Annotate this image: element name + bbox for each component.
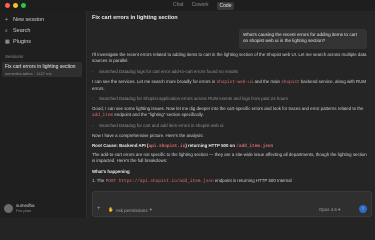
tool-icon: ◦ — [92, 122, 94, 128]
chevron-down-icon: ▾ — [149, 207, 152, 212]
assistant-paragraph: The add-to-cart errors are not specific … — [92, 152, 367, 163]
user-message-bubble: What's causing the recent errors for add… — [239, 29, 367, 49]
code-span: add_item — [92, 112, 114, 118]
page-title: Fix cart errors in lighting section — [92, 15, 178, 21]
sidebar-item-label: Search — [13, 28, 31, 34]
permissions-label: Ask permissions — [115, 207, 148, 213]
sidebar-item-new-session[interactable]: + New session — [5, 16, 44, 24]
user-info: sumedha Pro plan — [16, 203, 35, 213]
tool-call-text: Searched Datadog logs for cart error add… — [99, 69, 238, 74]
sidebar: + New session ⌕ Search ▦ Plugins Session… — [0, 11, 87, 218]
assistant-paragraph: I'll investigate the recent errors relat… — [92, 52, 367, 63]
plus-icon: + — [5, 16, 8, 23]
list-item: 1. The POST https://api.shopist.io/add_i… — [92, 178, 368, 185]
text-segment: ) returning HTTP 500 on — [185, 143, 237, 148]
user-plan: Pro plan — [16, 208, 31, 213]
sidebar-item-label: Plugins — [13, 39, 32, 45]
text-segment: Good, I can see some lighting issues. No… — [92, 106, 364, 111]
tool-icon: ◦ — [92, 95, 94, 101]
zoom-window-dot[interactable] — [21, 3, 26, 8]
root-cause-heading: Root Cause: Backend API (api.shopist.io)… — [92, 143, 368, 150]
model-selector[interactable]: Opus 4.6 ▾ — [319, 207, 340, 213]
tool-call-row[interactable]: ◦ Searched Datadog for Shopist applicati… — [92, 96, 368, 102]
code-span: POST https://api.shopist.io/add_item.jso… — [105, 179, 214, 184]
mode-switcher: Chat Cowork Code — [173, 2, 235, 10]
mode-chat[interactable]: Chat — [173, 2, 184, 10]
sidebar-item-search[interactable]: ⌕ Search — [5, 27, 30, 35]
code-span: api.shopist.io — [148, 144, 186, 149]
tool-call-text: Searched Datadog for Shopist application… — [99, 96, 288, 101]
send-button[interactable]: ↑ — [359, 205, 367, 213]
permissions-selector[interactable]: ✋ Ask permissions ▾ — [108, 207, 152, 213]
sessions-section-label: Sessions — [5, 54, 24, 59]
text-segment: endpoint and the "lighting" section spec… — [113, 111, 204, 117]
tool-icon: ◦ — [92, 68, 94, 74]
search-icon: ⌕ — [5, 27, 8, 34]
assistant-paragraph: I can see the services. Let me search mo… — [92, 79, 368, 91]
text-segment: I can see the services. Let me search mo… — [92, 79, 217, 84]
user-profile[interactable]: sumedha Pro plan — [4, 203, 35, 213]
top-bar: Chat Cowork Code — [0, 0, 375, 11]
text-segment: and the main — [253, 79, 282, 84]
user-message-text: What's causing the recent errors for add… — [243, 32, 357, 43]
tool-call-row[interactable]: ◦ Searched Datadog for cart and add item… — [92, 123, 368, 129]
session-title: Fix cart errors in lighting section — [5, 64, 76, 70]
text-segment: 1. The — [92, 178, 106, 183]
text-segment: Root Cause: Backend API ( — [92, 143, 149, 148]
add-attachment-button[interactable]: + — [97, 206, 101, 212]
code-span: shopist-web-ui — [216, 80, 254, 85]
sidebar-item-label: New session — [13, 17, 45, 23]
assistant-paragraph: Now I have a comprehensive picture. Here… — [92, 133, 204, 138]
code-span: shopist — [281, 80, 300, 85]
tool-call-text: Searched Datadog for cart and add item e… — [99, 123, 224, 128]
close-window-dot[interactable] — [5, 3, 10, 8]
session-meta: sumedha-tattva · 1427 ms — [5, 71, 52, 76]
app-window: Chat Cowork Code + New session ⌕ Search … — [0, 0, 375, 218]
tool-call-row[interactable]: ◦ Searched Datadog logs for cart error a… — [92, 69, 368, 75]
minimize-window-dot[interactable] — [13, 3, 18, 8]
avatar — [4, 203, 13, 213]
mode-cowork[interactable]: Cowork — [192, 2, 209, 10]
chevron-down-icon: ▾ — [338, 207, 341, 212]
mode-code[interactable]: Code — [216, 2, 235, 10]
assistant-paragraph: Good, I can see some lighting issues. No… — [92, 106, 368, 118]
sidebar-item-plugins[interactable]: ▦ Plugins — [5, 38, 31, 46]
arrow-up-icon: ↑ — [361, 206, 365, 212]
plugin-icon: ▦ — [5, 38, 10, 45]
session-item[interactable]: Fix cart errors in lighting section sume… — [2, 62, 82, 77]
message-composer[interactable]: + ✋ Ask permissions ▾ Opus 4.6 ▾ ↑ — [92, 191, 372, 217]
window-controls — [5, 3, 26, 8]
main-panel: Fix cart errors in lighting section What… — [87, 11, 375, 218]
model-label: Opus 4.6 — [319, 207, 337, 212]
hand-icon: ✋ — [108, 207, 114, 212]
section-heading: What's happening — [92, 169, 130, 174]
code-span: /add_item.json — [236, 144, 274, 149]
text-segment: endpoint is returning HTTP 500 Internal — [213, 178, 292, 183]
